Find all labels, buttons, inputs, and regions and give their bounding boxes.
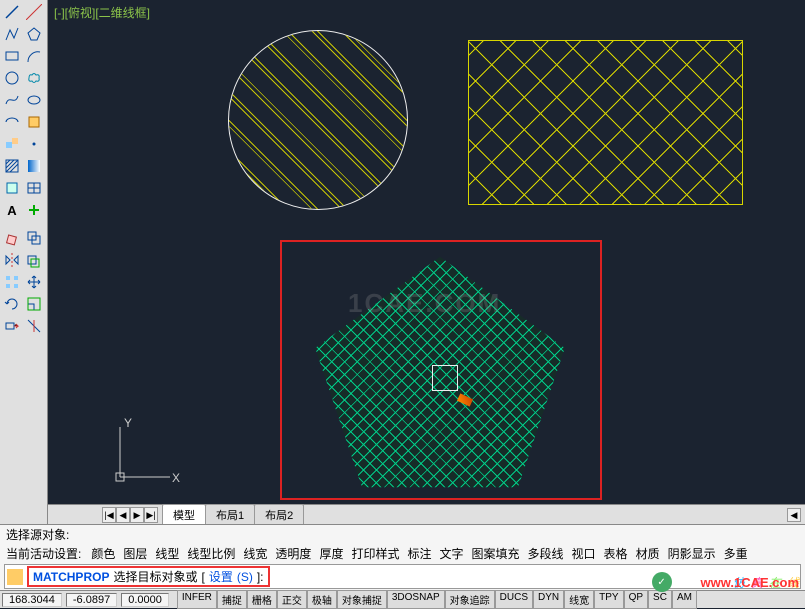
hatch-ansi31 [229,31,407,209]
ucs-icon: Y X [110,412,190,492]
status-3dosnap[interactable]: 3DOSNAP [387,590,445,609]
coord-z: 0.0000 [121,593,169,607]
viewport-controls[interactable]: [-][俯视][二维线框] [54,4,150,21]
hatch-net [469,41,742,204]
status-sc[interactable]: SC [648,590,672,609]
tool-revcloud[interactable] [24,68,44,88]
command-history-2: 当前活动设置: 颜色 图层 线型 线型比例 线宽 透明度 厚度 打印样式 标注 … [0,544,805,563]
tool-rectangle[interactable] [2,46,22,66]
tool-arc[interactable] [24,46,44,66]
tool-erase[interactable] [2,228,22,248]
tool-polygon[interactable] [24,24,44,44]
status-am[interactable]: AM [672,590,697,609]
status-osnap[interactable]: 对象捕捉 [337,590,387,609]
tab-nav-next[interactable]: ▶ [130,507,144,523]
tool-move[interactable] [24,272,44,292]
status-ortho[interactable]: 正交 [277,590,307,609]
coord-x: 168.3044 [2,593,62,607]
tab-scroll-left[interactable]: ◀ [787,508,801,522]
tool-copy[interactable] [24,228,44,248]
rectangle-object[interactable] [468,40,743,205]
status-infer[interactable]: INFER [177,590,217,609]
tool-hatch[interactable] [2,156,22,176]
tab-nav: |◀ ◀ ▶ ▶| [102,507,158,523]
tab-layout2[interactable]: 布局2 [254,504,304,525]
watermark-center: 1CAE.COM [348,288,501,319]
tool-ellipse-arc[interactable] [2,112,22,132]
status-grid[interactable]: 栅格 [247,590,277,609]
tool-mirror[interactable] [2,250,22,270]
drawing-canvas[interactable]: [-][俯视][二维线框] 1CAE.COM [48,0,805,504]
status-tpy[interactable]: TPY [594,590,623,609]
status-lwt[interactable]: 线宽 [564,590,594,609]
tool-line[interactable] [2,2,22,22]
status-bar: 168.3044 -6.0897 0.0000 INFER 捕捉 栅格 正交 极… [0,590,805,608]
draw-toolbar: A [0,0,48,524]
tool-offset[interactable] [24,250,44,270]
layout-tabs: |◀ ◀ ▶ ▶| 模型 布局1 布局2 ◀ [48,504,805,524]
tool-scale[interactable] [24,294,44,314]
tool-point[interactable] [24,134,44,154]
status-ducs[interactable]: DUCS [495,590,533,609]
tool-spline[interactable] [2,90,22,110]
tool-polyline[interactable] [2,24,22,44]
tool-array[interactable] [2,272,22,292]
tool-region[interactable] [2,178,22,198]
tool-stretch[interactable] [2,316,22,336]
command-icon [7,569,23,585]
tab-nav-first[interactable]: |◀ [102,507,116,523]
tool-block[interactable] [2,134,22,154]
tool-circle[interactable] [2,68,22,88]
status-qp[interactable]: QP [624,590,648,609]
status-polar[interactable]: 极轴 [307,590,337,609]
coord-y: -6.0897 [66,593,117,607]
tab-layout1[interactable]: 布局1 [205,504,255,525]
circle-object[interactable] [228,30,408,210]
tab-model[interactable]: 模型 [162,504,206,525]
status-snap[interactable]: 捕捉 [217,590,247,609]
status-dyn[interactable]: DYN [533,590,564,609]
tab-nav-last[interactable]: ▶| [144,507,158,523]
svg-text:X: X [172,471,180,485]
command-prompt-highlight: MATCHPROP 选择目标对象或 [设置(S)]: [27,566,270,587]
pickbox-cursor [432,365,458,391]
watermark-site: www.1CAE.com [701,575,799,590]
command-window: 选择源对象: 当前活动设置: 颜色 图层 线型 线型比例 线宽 透明度 厚度 打… [0,524,805,590]
tool-rotate[interactable] [2,294,22,314]
wechat-icon: ✓ [652,572,672,592]
tool-addselected[interactable] [24,200,44,220]
tool-gradient[interactable] [24,156,44,176]
tab-nav-prev[interactable]: ◀ [116,507,130,523]
tool-ellipse[interactable] [24,90,44,110]
status-otrack[interactable]: 对象追踪 [445,590,495,609]
tool-xline[interactable] [24,2,44,22]
status-toggles: INFER 捕捉 栅格 正交 极轴 对象捕捉 3DOSNAP 对象追踪 DUCS… [177,590,697,609]
svg-text:Y: Y [124,416,132,430]
tool-insert[interactable] [24,112,44,132]
tool-trim[interactable] [24,316,44,336]
command-name: MATCHPROP [33,570,109,584]
command-history-1: 选择源对象: [0,525,805,544]
tool-table[interactable] [24,178,44,198]
tool-mtext[interactable]: A [2,200,22,220]
